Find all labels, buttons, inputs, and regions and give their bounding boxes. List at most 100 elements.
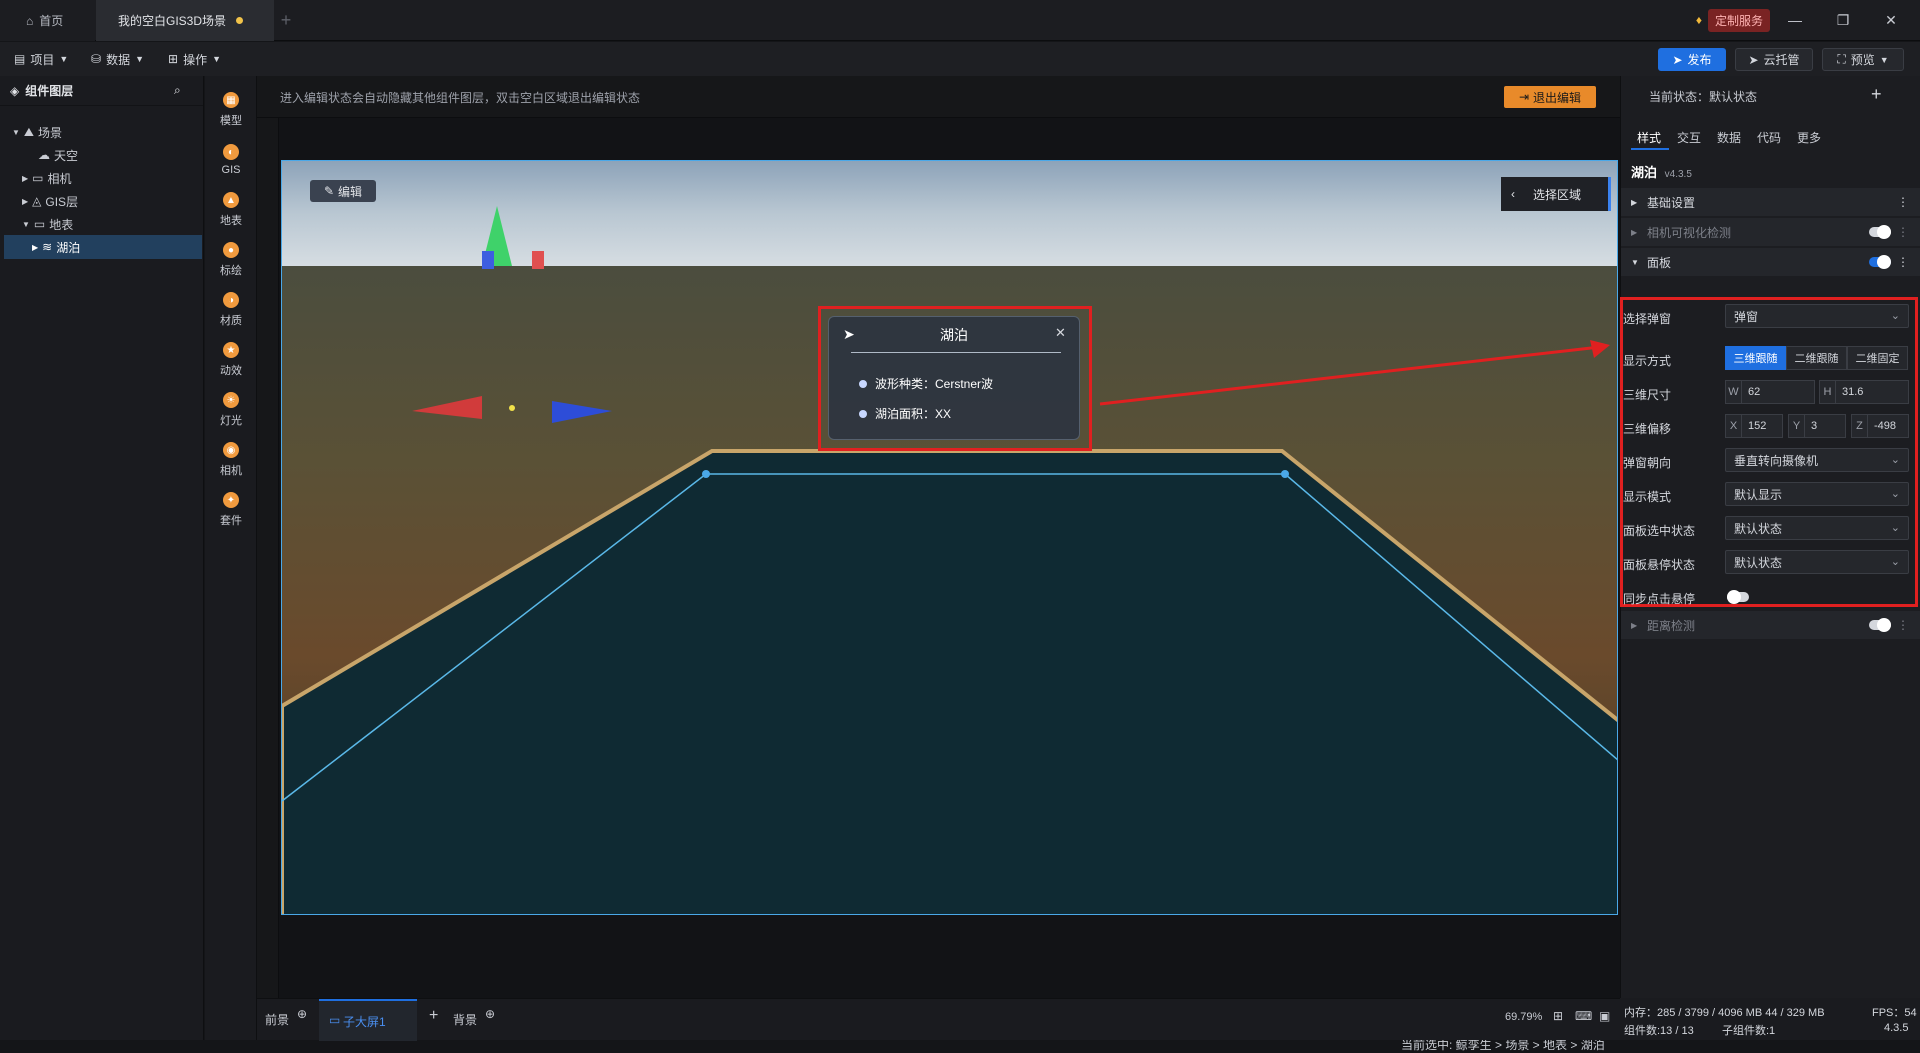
gizmo-plane-handle[interactable] [482, 251, 494, 269]
restore-icon[interactable]: ❐ [1830, 8, 1856, 32]
more-icon[interactable]: ⋮ [1897, 255, 1909, 269]
section-basic[interactable]: ▶ 基础设置 ⋮ [1621, 188, 1920, 216]
scene-viewport[interactable]: ✎ 编辑 ‹ 选择区域 [281, 160, 1618, 915]
pencil-icon: ✎ [323, 184, 335, 198]
star-icon: ★ [223, 342, 239, 358]
tree-item-sky[interactable]: ☁ 天空 [38, 143, 78, 167]
tree-item-scene[interactable]: ▼ ⛰ 场景 [12, 120, 62, 144]
hover-state-dropdown[interactable]: 默认状态 ⌄ [1725, 550, 1909, 574]
offset-z-input[interactable]: Z -498 [1851, 414, 1909, 438]
lake-surface[interactable] [282, 449, 1618, 915]
menu-project-label: 项目 [30, 52, 55, 67]
tree-item-lake[interactable]: ▶ ≋ 湖泊 [4, 235, 202, 259]
section-panel[interactable]: ▼ 面板 ⋮ [1621, 248, 1920, 276]
preview-button[interactable]: ⛶ 预览 ▼ [1822, 48, 1904, 71]
fit-screen-icon[interactable]: ⊞ [1553, 1009, 1563, 1023]
form-label: 三维尺寸 [1623, 388, 1672, 402]
add-front-icon[interactable]: ⊕ [297, 1007, 307, 1021]
tab-code[interactable]: 代码 [1757, 129, 1781, 146]
tool-marker[interactable]: ● 标绘 [205, 234, 257, 286]
display-mode-2d-follow[interactable]: 二维跟随 [1786, 346, 1847, 370]
tab-front[interactable]: 前景 [265, 1011, 289, 1028]
keyboard-icon[interactable]: ⌨ [1575, 1009, 1592, 1023]
offset-y-input[interactable]: Y3 [1788, 414, 1846, 438]
tool-camera[interactable]: ◉ 相机 [205, 434, 257, 486]
section-distance[interactable]: ▶ 距离检测 ⋮ [1621, 611, 1920, 639]
sync-click-toggle[interactable] [1727, 590, 1749, 604]
select-popup-dropdown[interactable]: 弹窗 ⌄ [1725, 304, 1909, 328]
size-h-input[interactable]: H 31.6 [1819, 380, 1909, 404]
distance-toggle[interactable] [1869, 618, 1891, 632]
tool-light[interactable]: ☀ 灯光 [205, 384, 257, 436]
display-mode-3d-follow[interactable]: 三维跟随 [1725, 346, 1786, 370]
custom-service-button[interactable]: ♦ 定制服务 [1696, 8, 1770, 32]
size-w-input[interactable]: W 62 [1725, 380, 1815, 404]
version-readout: 4.3.5 [1884, 1022, 1909, 1034]
offset-x-input[interactable]: X 152 [1725, 414, 1783, 438]
gizmo-z-arrow[interactable] [552, 401, 612, 423]
panel-toggle[interactable] [1869, 255, 1891, 269]
exit-edit-button[interactable]: ⇥ 退出编辑 [1504, 86, 1596, 108]
edit-button[interactable]: ✎ 编辑 [310, 180, 376, 202]
title-bar: ⌂ 首页 我的空白GIS3D场景 + ♦ 定制服务 — ❐ ✕ [0, 0, 1920, 41]
lake-info-popup[interactable]: ➤ 湖泊 ✕ 波形种类：Cerstner波 湖泊面积：XX [828, 316, 1080, 440]
minimize-icon[interactable]: — [1782, 8, 1808, 32]
publish-button[interactable]: ➤ 发布 [1658, 48, 1726, 71]
gizmo-x-arrow[interactable] [412, 396, 482, 419]
show-mode-dropdown[interactable]: 默认显示 ⌄ [1725, 482, 1909, 506]
tab-scene[interactable]: 我的空白GIS3D场景 [96, 0, 274, 41]
display-mode-2d-fixed[interactable]: 二维固定 [1847, 346, 1908, 370]
tab-sub-screen[interactable]: ▭ 子大屏1 [319, 999, 417, 1041]
lake-vertex-handle[interactable] [1281, 470, 1289, 478]
menu-operation[interactable]: ⊞ 操作 ▼ [168, 50, 221, 68]
menu-project[interactable]: ▤ 项目 ▼ [14, 50, 68, 68]
tree-item-gis[interactable]: ▶ ◬ GIS层 [22, 189, 78, 213]
tab-back[interactable]: 背景 [453, 1011, 477, 1028]
section-camera-visibility[interactable]: ▶ 相机可视化检测 ⋮ [1621, 218, 1920, 246]
cloud-host-button[interactable]: ➤ 云托管 [1735, 48, 1813, 71]
select-value: 垂直转向摄像机 [1734, 453, 1819, 468]
editor-canvas[interactable]: ✎ 编辑 ‹ 选择区域 当前选中: 鲸孪生 > 场景 > 地表 > 湖泊 [279, 118, 1620, 1052]
component-title: 湖泊 v4.3.5 [1631, 162, 1692, 181]
popup-close-icon[interactable]: ✕ [1055, 325, 1066, 341]
tab-style[interactable]: 样式 [1637, 129, 1661, 146]
tree-item-terrain[interactable]: ▼ ▭ 地表 [22, 212, 73, 236]
tool-effect[interactable]: ★ 动效 [205, 334, 257, 386]
tool-kit[interactable]: ✦ 套件 [205, 484, 257, 536]
gizmo-plane-handle[interactable] [532, 251, 544, 269]
tool-label: 灯光 [220, 415, 242, 427]
menu-data[interactable]: ⛁ 数据 ▼ [91, 50, 144, 68]
tab-home[interactable]: ⌂ 首页 [0, 0, 95, 41]
tool-model[interactable]: ▦ 模型 [205, 84, 257, 136]
more-icon[interactable]: ⋮ [1897, 618, 1909, 632]
orientation-dropdown[interactable]: 垂直转向摄像机 ⌄ [1725, 448, 1909, 472]
form-label: 面板选中状态 [1623, 524, 1696, 538]
lake-vertex-handle[interactable] [702, 470, 710, 478]
tool-terrain[interactable]: ▲ 地表 [205, 184, 257, 236]
tool-material[interactable]: ◑ 材质 [205, 284, 257, 336]
tree-item-camera[interactable]: ▶ ▭ 相机 [22, 166, 72, 190]
console-icon[interactable]: ▣ [1599, 1009, 1610, 1023]
tree-label: 地表 [49, 217, 74, 232]
search-icon[interactable]: ⌕ [174, 83, 181, 98]
selected-state-dropdown[interactable]: 默认状态 ⌄ [1725, 516, 1909, 540]
add-tab-button[interactable]: + [274, 0, 298, 41]
pin-icon: ● [223, 242, 239, 258]
add-back-icon[interactable]: ⊕ [485, 1007, 495, 1021]
form-row-select-popup: 选择弹窗 弹窗 ⌄ [1623, 304, 1913, 330]
tool-gis[interactable]: ◐ GIS [205, 134, 257, 186]
zoom-level: 69.79% [1505, 1011, 1543, 1023]
close-icon[interactable]: ✕ [1878, 8, 1904, 32]
globe-icon: ◐ [223, 144, 239, 160]
more-icon[interactable]: ⋮ [1897, 225, 1909, 239]
add-screen-icon[interactable]: + [429, 1007, 438, 1025]
form-row-sync-click: 同步点击悬停 [1623, 584, 1913, 610]
camera-visibility-toggle[interactable] [1869, 225, 1891, 239]
add-state-icon[interactable]: + [1871, 84, 1882, 105]
tab-data[interactable]: 数据 [1717, 129, 1741, 146]
tab-interaction[interactable]: 交互 [1677, 129, 1701, 146]
more-icon[interactable]: ⋮ [1897, 195, 1909, 209]
select-region-button[interactable]: ‹ 选择区域 [1501, 177, 1611, 211]
gizmo-center[interactable] [509, 405, 515, 411]
tab-more[interactable]: 更多 [1797, 129, 1821, 146]
